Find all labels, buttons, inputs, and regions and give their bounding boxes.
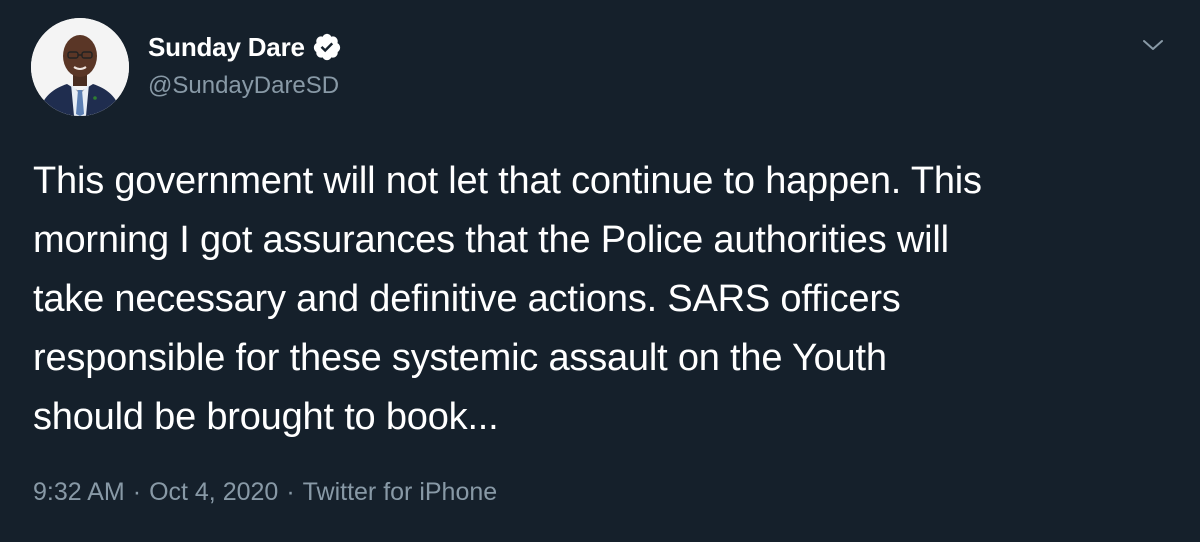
tweet-text: This government will not let that contin… (33, 160, 982, 438)
tweet-metadata: 9:32 AM · Oct 4, 2020 · Twitter for iPho… (33, 478, 497, 507)
author-name-row[interactable]: Sunday Dare (148, 31, 342, 63)
meta-separator: · (286, 478, 295, 506)
chevron-down-icon[interactable] (1140, 34, 1166, 56)
tweet-date[interactable]: Oct 4, 2020 (149, 478, 278, 507)
tweet-time[interactable]: 9:32 AM (33, 478, 125, 507)
avatar[interactable] (31, 18, 129, 116)
author-handle[interactable]: @SundayDareSD (148, 72, 339, 100)
meta-separator: · (132, 478, 142, 506)
verified-badge-icon (312, 32, 342, 62)
avatar-photo (31, 18, 129, 116)
tweet-source[interactable]: Twitter for iPhone (303, 478, 498, 507)
tweet-card: Sunday Dare @SundayDareSD This governmen… (0, 0, 1200, 542)
author-display-name[interactable]: Sunday Dare (148, 32, 305, 63)
